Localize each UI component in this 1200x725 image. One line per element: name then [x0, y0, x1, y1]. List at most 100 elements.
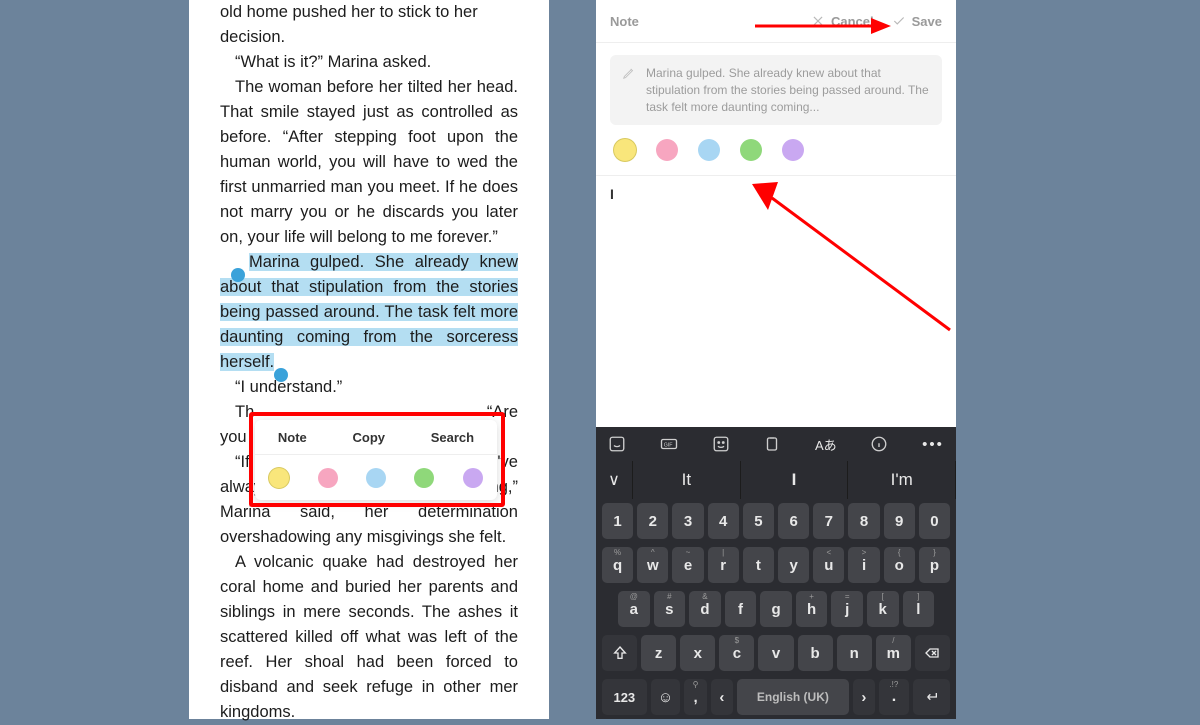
reader-screen: old home pushed her to stick to her deci… — [189, 0, 549, 719]
highlighted-passage[interactable]: Marina gulped. She already knew about th… — [220, 250, 518, 375]
key-row-1: %q^w~e|rty<u>i{o}p — [596, 543, 956, 587]
key-v[interactable]: v — [758, 635, 793, 671]
quoted-text-card: Marina gulped. She already knew about th… — [610, 55, 942, 125]
key-z[interactable]: z — [641, 635, 676, 671]
popup-note-button[interactable]: Note — [278, 430, 307, 445]
backspace-icon — [923, 645, 941, 661]
highlight-blue[interactable] — [366, 468, 386, 488]
more-icon[interactable]: ••• — [922, 436, 944, 453]
mic-key[interactable]: ⚲, — [684, 679, 706, 715]
enter-key[interactable] — [913, 679, 950, 715]
key-8[interactable]: 8 — [848, 503, 879, 539]
popup-copy-button[interactable]: Copy — [352, 430, 385, 445]
key-o[interactable]: {o — [884, 547, 915, 583]
check-icon — [892, 14, 906, 28]
key-t[interactable]: t — [743, 547, 774, 583]
key-s[interactable]: #s — [654, 591, 686, 627]
para: “I understand.” — [220, 375, 518, 400]
key-m[interactable]: /m — [876, 635, 911, 671]
note-text-input[interactable]: I — [596, 176, 956, 212]
color-pink[interactable] — [656, 139, 678, 161]
key-n[interactable]: n — [837, 635, 872, 671]
key-c[interactable]: $c — [719, 635, 754, 671]
key-0[interactable]: 0 — [919, 503, 950, 539]
key-a[interactable]: @a — [618, 591, 650, 627]
key-row-3: zx$cvbn/m — [596, 631, 956, 675]
period-key[interactable]: .!?. — [879, 679, 909, 715]
key-row-numbers: 1234567890 — [596, 499, 956, 543]
key-g[interactable]: g — [760, 591, 792, 627]
sticker-icon[interactable] — [608, 435, 626, 453]
clipboard-icon[interactable] — [763, 435, 781, 453]
gif-icon[interactable]: GIF — [660, 435, 678, 453]
keyboard: GIF Aあ ••• ∨ It I I'm 1234567890 %q^w~e|… — [596, 427, 956, 719]
selection-start-handle[interactable] — [231, 268, 245, 282]
backspace-key[interactable] — [915, 635, 950, 671]
selection-end-handle[interactable] — [274, 368, 288, 382]
color-picker — [596, 125, 956, 176]
shift-key[interactable] — [602, 635, 637, 671]
suggestion[interactable]: I'm — [848, 461, 956, 499]
key-3[interactable]: 3 — [672, 503, 703, 539]
key-b[interactable]: b — [798, 635, 833, 671]
color-blue[interactable] — [698, 139, 720, 161]
emoji-key[interactable]: ☺ — [651, 679, 681, 715]
next-lang-key[interactable]: › — [853, 679, 875, 715]
color-yellow[interactable] — [614, 139, 636, 161]
save-button[interactable]: Save — [892, 14, 942, 29]
color-purple[interactable] — [782, 139, 804, 161]
key-x[interactable]: x — [680, 635, 715, 671]
key-l[interactable]: ]l — [903, 591, 935, 627]
reader-body: old home pushed her to stick to her deci… — [189, 0, 549, 725]
key-e[interactable]: ~e — [672, 547, 703, 583]
key-w[interactable]: ^w — [637, 547, 668, 583]
para: A volcanic quake had destroyed her coral… — [220, 550, 518, 725]
suggestion[interactable]: I — [741, 461, 849, 499]
key-r[interactable]: |r — [708, 547, 739, 583]
key-2[interactable]: 2 — [637, 503, 668, 539]
key-5[interactable]: 5 — [743, 503, 774, 539]
mode-key[interactable]: 123 — [602, 679, 647, 715]
enter-icon — [922, 689, 940, 705]
key-row-2: @a#s&dfg+h=j[k]l — [596, 587, 956, 631]
expand-suggestions[interactable]: ∨ — [596, 461, 633, 499]
key-u[interactable]: <u — [813, 547, 844, 583]
key-j[interactable]: =j — [831, 591, 863, 627]
key-q[interactable]: %q — [602, 547, 633, 583]
key-row-bottom: 123 ☺ ⚲, ‹ English (UK) › .!?. — [596, 675, 956, 719]
translate-icon[interactable]: Aあ — [815, 435, 837, 454]
note-title: Note — [610, 14, 639, 29]
key-1[interactable]: 1 — [602, 503, 633, 539]
highlight-green[interactable] — [414, 468, 434, 488]
popup-search-button[interactable]: Search — [431, 430, 474, 445]
key-4[interactable]: 4 — [708, 503, 739, 539]
key-d[interactable]: &d — [689, 591, 721, 627]
key-i[interactable]: >i — [848, 547, 879, 583]
prev-lang-key[interactable]: ‹ — [711, 679, 733, 715]
shift-icon — [612, 645, 628, 661]
selection-popup: Note Copy Search — [255, 420, 497, 500]
key-7[interactable]: 7 — [813, 503, 844, 539]
para: decision. — [220, 25, 518, 50]
color-green[interactable] — [740, 139, 762, 161]
suggestion[interactable]: It — [633, 461, 741, 499]
info-icon[interactable] — [870, 435, 888, 453]
suggestion-bar: ∨ It I I'm — [596, 461, 956, 499]
emoji-icon[interactable] — [712, 435, 730, 453]
para: “What is it?” Marina asked. — [220, 50, 518, 75]
pencil-icon — [622, 66, 636, 80]
highlight-purple[interactable] — [463, 468, 483, 488]
key-h[interactable]: +h — [796, 591, 828, 627]
space-key[interactable]: English (UK) — [737, 679, 849, 715]
highlight-pink[interactable] — [318, 468, 338, 488]
cancel-button[interactable]: Cancel — [811, 14, 874, 29]
key-y[interactable]: y — [778, 547, 809, 583]
key-f[interactable]: f — [725, 591, 757, 627]
key-p[interactable]: }p — [919, 547, 950, 583]
key-k[interactable]: [k — [867, 591, 899, 627]
para: The woman before her tilted her head. Th… — [220, 75, 518, 250]
highlight-yellow[interactable] — [269, 468, 289, 488]
key-6[interactable]: 6 — [778, 503, 809, 539]
close-icon — [811, 14, 825, 28]
key-9[interactable]: 9 — [884, 503, 915, 539]
